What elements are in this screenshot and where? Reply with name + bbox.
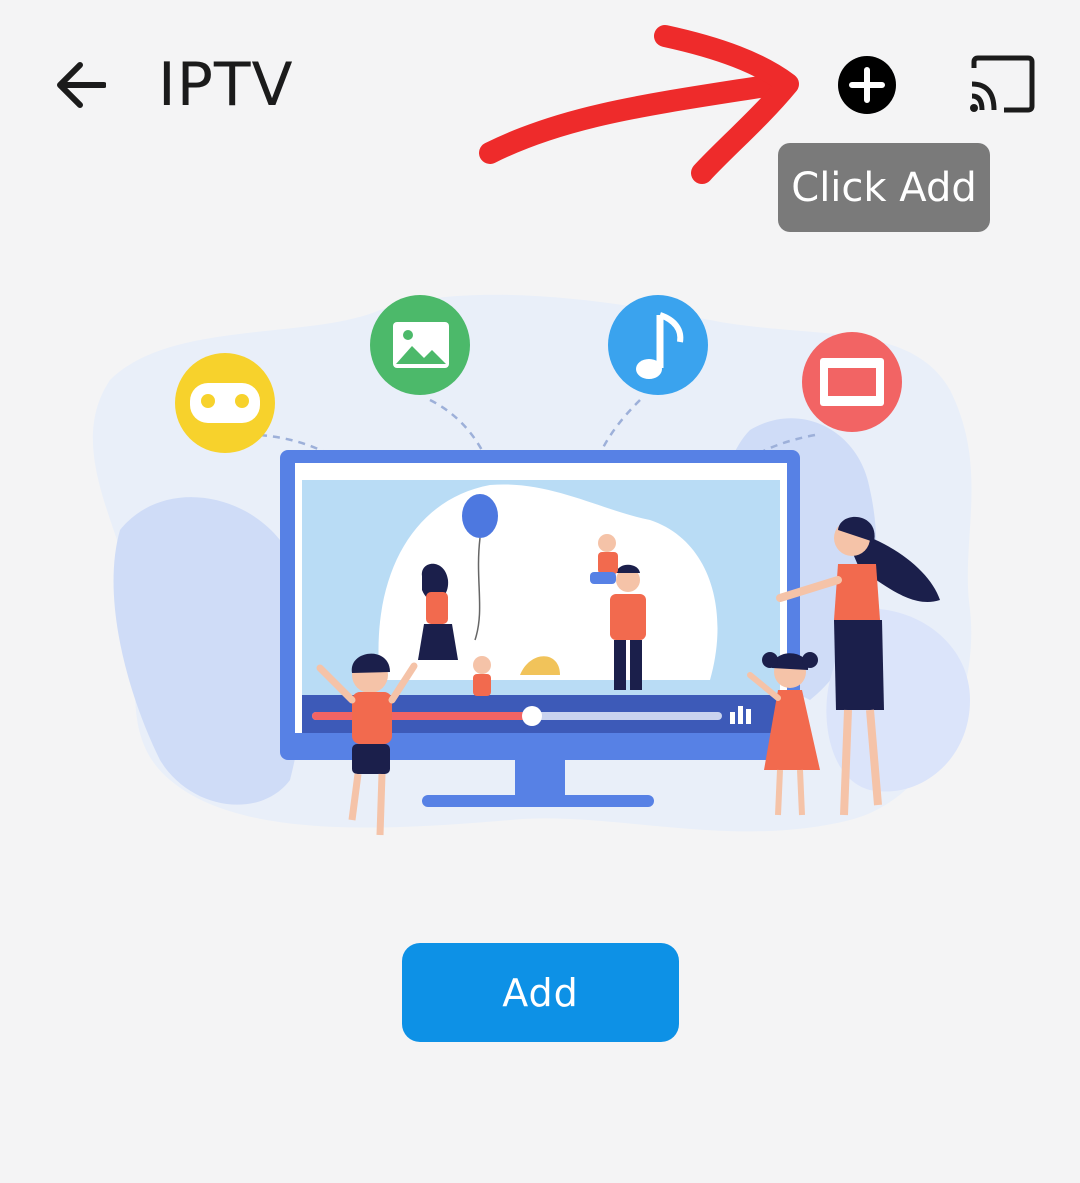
add-button[interactable]: Add — [402, 943, 679, 1042]
gamepad-icon — [175, 353, 275, 453]
red-arrow-annotation — [479, 25, 799, 184]
add-playlist-button[interactable] — [836, 54, 898, 116]
image-icon — [370, 295, 470, 395]
film-icon — [802, 332, 902, 432]
arrow-left-icon — [57, 62, 106, 108]
cast-button[interactable] — [964, 54, 1038, 116]
tooltip: Click Add — [778, 143, 990, 232]
music-icon — [608, 295, 708, 395]
cast-icon — [970, 55, 1035, 113]
plus-circle-icon — [838, 56, 896, 114]
page-title: IPTV — [158, 50, 294, 120]
iptv-illustration — [92, 294, 972, 836]
back-button[interactable] — [50, 52, 110, 118]
small-girl — [473, 656, 491, 696]
